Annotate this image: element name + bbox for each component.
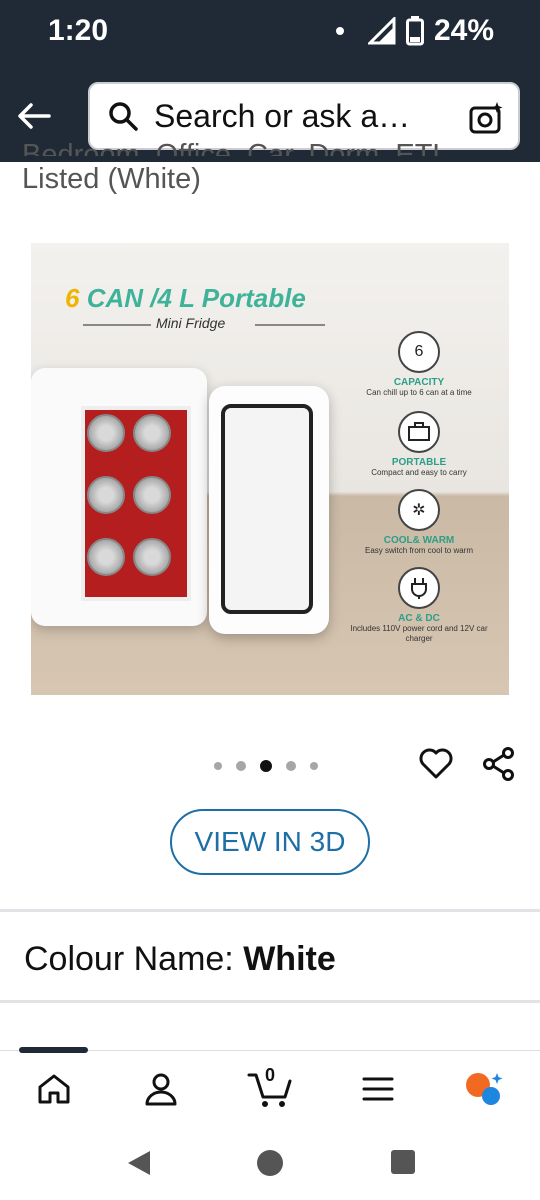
can-6-icon: 6: [398, 331, 440, 373]
product-title: Bedroom, Office, Car, Dorm, ETL Listed (…: [22, 132, 522, 202]
subtitle-divider: [83, 324, 151, 326]
door-seal: [221, 404, 313, 614]
plug-icon: [398, 567, 440, 609]
status-icons: 24%: [335, 14, 494, 48]
can-image: [87, 538, 125, 576]
person-icon: [145, 1073, 177, 1106]
colour-value: White: [243, 940, 336, 978]
nav-home-icon[interactable]: [256, 1149, 284, 1177]
tab-rufus-ai[interactable]: [464, 1069, 504, 1109]
share-button[interactable]: [481, 746, 517, 782]
cart-count-badge: 0: [265, 1065, 276, 1085]
can-image: [133, 538, 171, 576]
fridge-interior: [81, 406, 191, 601]
back-button[interactable]: [14, 96, 54, 136]
colour-name-row[interactable]: Colour Name: White: [24, 940, 336, 979]
pager-dot[interactable]: [310, 762, 318, 770]
pager-dot[interactable]: [236, 761, 246, 771]
wishlist-button[interactable]: [418, 746, 454, 782]
briefcase-icon: [398, 411, 440, 453]
battery-icon: [405, 16, 424, 46]
nav-back-icon[interactable]: [126, 1149, 152, 1177]
view-in-3d-button[interactable]: VIEW IN 3D: [170, 809, 370, 875]
can-image: [87, 414, 125, 452]
search-icon: [109, 102, 138, 131]
section-divider: [0, 1000, 540, 1003]
home-icon: [38, 1074, 70, 1104]
sun-snow-icon: ✲: [398, 489, 440, 531]
fridge-door: [209, 386, 329, 634]
feature-cool-warm: ✲ COOL& WARM Easy switch from cool to wa…: [349, 489, 489, 556]
tab-home[interactable]: [34, 1069, 74, 1109]
share-icon: [483, 747, 514, 781]
can-image: [87, 476, 125, 514]
ai-assistant-icon: [466, 1073, 503, 1105]
battery-percent: 24%: [433, 14, 494, 47]
search-placeholder: Search or ask a…: [154, 97, 411, 134]
active-tab-indicator: [19, 1047, 88, 1053]
product-image[interactable]: 6 CAN /4 L Portable Mini Fridge 6 CAPACI…: [31, 243, 509, 695]
feature-capacity: 6 CAPACITY Can chill up to 6 can at a ti…: [349, 331, 489, 398]
status-time: 1:20: [48, 14, 109, 47]
subtitle-divider: [255, 324, 325, 326]
image-headline: 6 CAN /4 L Portable: [65, 283, 306, 313]
pager-dot[interactable]: [286, 761, 296, 771]
nav-recents-icon[interactable]: [391, 1150, 415, 1174]
status-bar: 1:20 24%: [0, 0, 540, 66]
image-subtitle: Mini Fridge: [156, 315, 226, 331]
bottom-tab-bar: 0: [0, 1047, 540, 1126]
signal-icon: [367, 17, 396, 45]
pager-dot[interactable]: [214, 762, 222, 770]
camera-search-icon[interactable]: [468, 100, 504, 136]
notification-dot-icon: [335, 27, 344, 35]
feature-ac-dc: AC & DC Includes 110V power cord and 12V…: [349, 567, 489, 644]
colour-label: Colour Name:: [24, 940, 244, 978]
feature-portable: PORTABLE Compact and easy to carry: [349, 411, 489, 478]
image-pager[interactable]: [214, 760, 318, 772]
hamburger-menu-icon: [362, 1077, 394, 1101]
product-title-line: Listed (White): [22, 163, 201, 195]
heart-icon: [419, 748, 453, 779]
tab-menu[interactable]: [358, 1069, 398, 1109]
tab-account[interactable]: [141, 1069, 181, 1109]
section-divider: [0, 909, 540, 912]
can-image: [133, 476, 171, 514]
system-nav-bar: [0, 1126, 540, 1200]
pager-dot-active[interactable]: [260, 760, 272, 772]
back-arrow-icon: [18, 103, 51, 129]
can-image: [133, 414, 171, 452]
